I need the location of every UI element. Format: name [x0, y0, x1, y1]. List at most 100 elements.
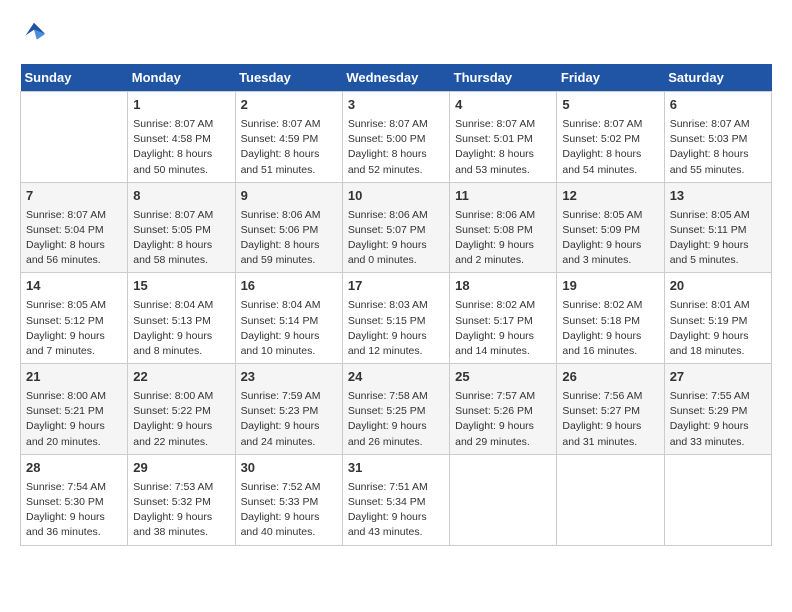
calendar-cell: 7 Sunrise: 8:07 AM Sunset: 5:04 PM Daylig…: [21, 182, 128, 273]
calendar-cell: 30 Sunrise: 7:52 AM Sunset: 5:33 PM Dayli…: [235, 454, 342, 545]
day-number: 13: [670, 187, 766, 206]
calendar-cell: [450, 454, 557, 545]
calendar-cell: 9 Sunrise: 8:06 AM Sunset: 5:06 PM Daylig…: [235, 182, 342, 273]
day-info: Sunrise: 7:59 AM Sunset: 5:23 PM Dayligh…: [241, 389, 337, 450]
calendar-cell: 22 Sunrise: 8:00 AM Sunset: 5:22 PM Dayli…: [128, 364, 235, 455]
day-info: Sunrise: 8:07 AM Sunset: 5:01 PM Dayligh…: [455, 117, 551, 178]
calendar-cell: 23 Sunrise: 7:59 AM Sunset: 5:23 PM Dayli…: [235, 364, 342, 455]
day-info: Sunrise: 8:07 AM Sunset: 5:05 PM Dayligh…: [133, 208, 229, 269]
day-number: 25: [455, 368, 551, 387]
day-info: Sunrise: 8:01 AM Sunset: 5:19 PM Dayligh…: [670, 298, 766, 359]
day-info: Sunrise: 7:54 AM Sunset: 5:30 PM Dayligh…: [26, 480, 122, 541]
day-number: 6: [670, 96, 766, 115]
calendar-cell: 1 Sunrise: 8:07 AM Sunset: 4:58 PM Daylig…: [128, 92, 235, 183]
calendar-cell: 24 Sunrise: 7:58 AM Sunset: 5:25 PM Dayli…: [342, 364, 449, 455]
day-number: 19: [562, 277, 658, 296]
page-header: [20, 20, 772, 48]
calendar-cell: 14 Sunrise: 8:05 AM Sunset: 5:12 PM Dayli…: [21, 273, 128, 364]
calendar-cell: 11 Sunrise: 8:06 AM Sunset: 5:08 PM Dayli…: [450, 182, 557, 273]
calendar-cell: [664, 454, 771, 545]
calendar-cell: 3 Sunrise: 8:07 AM Sunset: 5:00 PM Daylig…: [342, 92, 449, 183]
day-number: 26: [562, 368, 658, 387]
day-info: Sunrise: 8:04 AM Sunset: 5:13 PM Dayligh…: [133, 298, 229, 359]
day-number: 17: [348, 277, 444, 296]
day-number: 9: [241, 187, 337, 206]
calendar-cell: 2 Sunrise: 8:07 AM Sunset: 4:59 PM Daylig…: [235, 92, 342, 183]
day-info: Sunrise: 8:06 AM Sunset: 5:08 PM Dayligh…: [455, 208, 551, 269]
day-info: Sunrise: 8:07 AM Sunset: 4:58 PM Dayligh…: [133, 117, 229, 178]
day-info: Sunrise: 8:07 AM Sunset: 5:00 PM Dayligh…: [348, 117, 444, 178]
day-number: 2: [241, 96, 337, 115]
calendar-cell: 26 Sunrise: 7:56 AM Sunset: 5:27 PM Dayli…: [557, 364, 664, 455]
day-info: Sunrise: 8:02 AM Sunset: 5:18 PM Dayligh…: [562, 298, 658, 359]
calendar-cell: 13 Sunrise: 8:05 AM Sunset: 5:11 PM Dayli…: [664, 182, 771, 273]
day-number: 22: [133, 368, 229, 387]
day-info: Sunrise: 7:55 AM Sunset: 5:29 PM Dayligh…: [670, 389, 766, 450]
calendar-cell: 8 Sunrise: 8:07 AM Sunset: 5:05 PM Daylig…: [128, 182, 235, 273]
day-number: 18: [455, 277, 551, 296]
day-info: Sunrise: 8:07 AM Sunset: 4:59 PM Dayligh…: [241, 117, 337, 178]
calendar-cell: 15 Sunrise: 8:04 AM Sunset: 5:13 PM Dayli…: [128, 273, 235, 364]
calendar-cell: 21Sunrise: 8:00 AM Sunset: 5:21 PM Dayli…: [21, 364, 128, 455]
day-info: Sunrise: 8:00 AM Sunset: 5:22 PM Dayligh…: [133, 389, 229, 450]
day-number: 14: [26, 277, 122, 296]
day-number: 28: [26, 459, 122, 478]
day-info: Sunrise: 8:07 AM Sunset: 5:04 PM Dayligh…: [26, 208, 122, 269]
day-number: 30: [241, 459, 337, 478]
calendar-cell: 12Sunrise: 8:05 AM Sunset: 5:09 PM Dayli…: [557, 182, 664, 273]
calendar-cell: 31 Sunrise: 7:51 AM Sunset: 5:34 PM Dayli…: [342, 454, 449, 545]
day-number: 1: [133, 96, 229, 115]
day-number: 10: [348, 187, 444, 206]
logo: [20, 20, 52, 48]
weekday-header-thursday: Thursday: [450, 64, 557, 92]
day-number: 7: [26, 187, 122, 206]
calendar-cell: [21, 92, 128, 183]
day-number: 4: [455, 96, 551, 115]
calendar-cell: 27 Sunrise: 7:55 AM Sunset: 5:29 PM Dayli…: [664, 364, 771, 455]
day-number: 27: [670, 368, 766, 387]
day-number: 15: [133, 277, 229, 296]
day-info: Sunrise: 7:51 AM Sunset: 5:34 PM Dayligh…: [348, 480, 444, 541]
day-number: 21: [26, 368, 122, 387]
day-number: 29: [133, 459, 229, 478]
calendar-cell: 29 Sunrise: 7:53 AM Sunset: 5:32 PM Dayli…: [128, 454, 235, 545]
day-info: Sunrise: 8:05 AM Sunset: 5:12 PM Dayligh…: [26, 298, 122, 359]
weekday-header-monday: Monday: [128, 64, 235, 92]
day-info: Sunrise: 7:58 AM Sunset: 5:25 PM Dayligh…: [348, 389, 444, 450]
day-number: 5: [562, 96, 658, 115]
calendar-cell: 25 Sunrise: 7:57 AM Sunset: 5:26 PM Dayli…: [450, 364, 557, 455]
calendar-cell: 17 Sunrise: 8:03 AM Sunset: 5:15 PM Dayli…: [342, 273, 449, 364]
calendar-cell: 4 Sunrise: 8:07 AM Sunset: 5:01 PM Daylig…: [450, 92, 557, 183]
day-info: Sunrise: 7:53 AM Sunset: 5:32 PM Dayligh…: [133, 480, 229, 541]
day-info: Sunrise: 7:57 AM Sunset: 5:26 PM Dayligh…: [455, 389, 551, 450]
day-number: 31: [348, 459, 444, 478]
day-info: Sunrise: 8:05 AM Sunset: 5:09 PM Dayligh…: [562, 208, 658, 269]
calendar-cell: 6Sunrise: 8:07 AM Sunset: 5:03 PM Daylig…: [664, 92, 771, 183]
day-info: Sunrise: 8:05 AM Sunset: 5:11 PM Dayligh…: [670, 208, 766, 269]
day-number: 20: [670, 277, 766, 296]
calendar-cell: 20 Sunrise: 8:01 AM Sunset: 5:19 PM Dayli…: [664, 273, 771, 364]
calendar-cell: 5 Sunrise: 8:07 AM Sunset: 5:02 PM Daylig…: [557, 92, 664, 183]
day-info: Sunrise: 8:02 AM Sunset: 5:17 PM Dayligh…: [455, 298, 551, 359]
day-info: Sunrise: 7:52 AM Sunset: 5:33 PM Dayligh…: [241, 480, 337, 541]
day-info: Sunrise: 8:06 AM Sunset: 5:07 PM Dayligh…: [348, 208, 444, 269]
day-number: 11: [455, 187, 551, 206]
day-number: 16: [241, 277, 337, 296]
logo-icon: [20, 20, 48, 48]
day-info: Sunrise: 8:03 AM Sunset: 5:15 PM Dayligh…: [348, 298, 444, 359]
weekday-header-wednesday: Wednesday: [342, 64, 449, 92]
day-number: 24: [348, 368, 444, 387]
calendar-table: SundayMondayTuesdayWednesdayThursdayFrid…: [20, 64, 772, 546]
calendar-cell: 19 Sunrise: 8:02 AM Sunset: 5:18 PM Dayli…: [557, 273, 664, 364]
calendar-cell: 18 Sunrise: 8:02 AM Sunset: 5:17 PM Dayli…: [450, 273, 557, 364]
day-info: Sunrise: 8:06 AM Sunset: 5:06 PM Dayligh…: [241, 208, 337, 269]
weekday-header-friday: Friday: [557, 64, 664, 92]
calendar-cell: 10 Sunrise: 8:06 AM Sunset: 5:07 PM Dayli…: [342, 182, 449, 273]
weekday-header-sunday: Sunday: [21, 64, 128, 92]
day-info: Sunrise: 8:07 AM Sunset: 5:02 PM Dayligh…: [562, 117, 658, 178]
day-number: 23: [241, 368, 337, 387]
day-number: 8: [133, 187, 229, 206]
day-info: Sunrise: 7:56 AM Sunset: 5:27 PM Dayligh…: [562, 389, 658, 450]
calendar-cell: 28 Sunrise: 7:54 AM Sunset: 5:30 PM Dayli…: [21, 454, 128, 545]
day-number: 3: [348, 96, 444, 115]
